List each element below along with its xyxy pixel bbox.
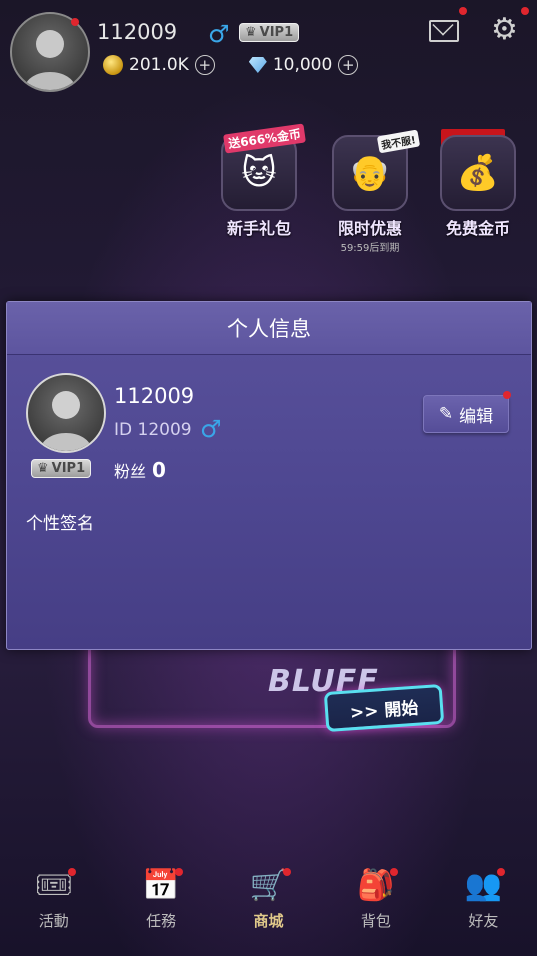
nav-notification-dot (67, 868, 76, 876)
mail-notification-dot (459, 7, 467, 15)
shopping-cart-icon: 🛒 (249, 866, 291, 904)
gear-icon[interactable]: ⚙ (491, 15, 518, 45)
dialog-vip-badge: ♛ VIP1 (31, 459, 92, 478)
promo-free-coins[interactable]: 💰 免费金币 (433, 129, 523, 239)
nav-label: 任務 (146, 912, 177, 930)
nav-notification-dot (497, 868, 506, 876)
nav-backpack[interactable]: 🎒 背包 (322, 860, 429, 956)
nav-notification-dot (389, 868, 398, 876)
dialog-user-id: ID 12009 (114, 420, 192, 440)
promo-limited-offer[interactable]: 👴 我不服! 限时优惠 59:59后到期 (325, 129, 421, 254)
currency-row: 201.0K + 10,000 + (103, 55, 359, 75)
calendar-check-icon: 📅 (141, 866, 184, 904)
edit-profile-button[interactable]: ✎ 编辑 (423, 395, 509, 433)
friends-icon: 👥 (463, 866, 506, 904)
signature-label: 个性签名 (26, 514, 94, 534)
promo-tag: 我不服! (377, 129, 421, 154)
pencil-icon: ✎ (438, 404, 454, 424)
diamond-balance: 10,000 (272, 55, 333, 75)
fans-label: 粉丝 (114, 462, 147, 481)
add-coins-button[interactable]: + (194, 55, 215, 75)
avatar-notification-dot (71, 18, 79, 26)
vip-label: VIP1 (259, 25, 294, 40)
promo-label: 新手礼包 (226, 219, 291, 238)
male-icon: ♂ (200, 415, 222, 443)
nav-label: 背包 (360, 912, 391, 930)
diamond-icon (248, 57, 267, 73)
nav-label: 商城 (253, 912, 284, 930)
nav-friends[interactable]: 👥 好友 (430, 860, 537, 956)
crown-icon: ♛ (245, 25, 257, 40)
edit-label: 编辑 (459, 406, 494, 427)
backpack-icon: 🎒 (356, 866, 398, 904)
start-game-button[interactable]: >> 開始 (323, 683, 445, 733)
dialog-username: 112009 (114, 384, 195, 408)
profile-info-dialog: 个人信息 ♛ VIP1 112009 ID 12009 ♂ 粉丝 0 ✎ 编辑 个… (6, 301, 532, 650)
coin-balance: 201.0K (129, 55, 189, 75)
vip-badge[interactable]: ♛ VIP1 (239, 23, 300, 42)
coin-stack-icon: 💰 (440, 135, 516, 211)
mail-icon[interactable] (429, 20, 459, 42)
male-icon: ♂ (208, 20, 230, 48)
nav-tasks[interactable]: 📅 任務 (107, 860, 214, 956)
fans-count: 0 (152, 458, 166, 482)
nav-shop[interactable]: 🛒 商城 (215, 860, 322, 956)
nav-label: 活動 (38, 912, 69, 930)
dialog-title: 个人信息 (7, 302, 531, 355)
promo-newbie-pack[interactable]: 🐱 送666%金币 新手礼包 (214, 123, 307, 239)
nav-notification-dot (282, 868, 291, 876)
add-diamonds-button[interactable]: + (338, 55, 359, 75)
dialog-avatar[interactable] (26, 373, 106, 453)
crown-icon: ♛ (37, 461, 49, 476)
bottom-navigation: 🎟 活動 📅 任務 🛒 商城 🎒 背包 👥 好友 (0, 860, 537, 956)
ticket-star-icon: 🎟 (34, 866, 76, 904)
nav-label: 好友 (468, 912, 499, 930)
header-username: 112009 (97, 20, 178, 44)
coin-icon (103, 55, 123, 75)
promo-label: 限时优惠 (337, 219, 402, 238)
edit-notification-dot (503, 391, 511, 399)
default-avatar-icon (40, 391, 92, 451)
promo-label: 免费金币 (445, 219, 510, 238)
settings-notification-dot (521, 7, 529, 15)
nav-notification-dot (175, 868, 184, 876)
nav-activities[interactable]: 🎟 活動 (0, 860, 107, 956)
promo-countdown: 59:59后到期 (340, 243, 400, 254)
fans-info: 粉丝 0 (114, 458, 166, 482)
vip-label: VIP1 (51, 461, 86, 476)
